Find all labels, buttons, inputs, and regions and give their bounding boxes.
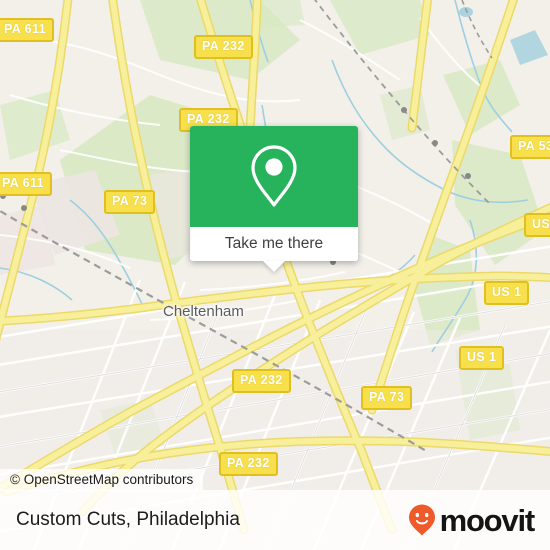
location-callout-card[interactable]: Take me there	[190, 126, 358, 272]
map-pin-icon	[251, 144, 297, 207]
place-label: Cheltenham	[163, 303, 244, 320]
map-canvas[interactable]: Cheltenham PA 611 PA 232 PA 232 PA 532 PA 61…	[0, 0, 550, 550]
moovit-map-screenshot: Cheltenham PA 611 PA 232 PA 232 PA 532 PA 61…	[0, 0, 550, 550]
road-shield: PA 73	[361, 386, 413, 410]
road-shield: PA 232	[219, 452, 278, 476]
road-shield: US 1	[524, 213, 550, 237]
road-shield: PA 232	[232, 369, 291, 393]
osm-attribution[interactable]: © OpenStreetMap contributors	[0, 469, 204, 491]
road-shield: PA 611	[0, 172, 53, 196]
road-shield: PA 232	[194, 35, 253, 59]
moovit-pin-smile-icon	[408, 504, 435, 536]
place-title: Custom Cuts, Philadelphia	[16, 509, 240, 530]
road-shield: PA 611	[0, 18, 55, 42]
callout-image-area	[190, 126, 358, 227]
take-me-there-button[interactable]: Take me there	[190, 227, 358, 272]
footer-bar: Custom Cuts, Philadelphia moovit	[0, 490, 550, 550]
callout-pointer-tail	[263, 261, 285, 272]
road-shield: PA 532	[510, 135, 550, 159]
take-me-there-label: Take me there	[224, 235, 324, 252]
road-shield: PA 73	[104, 190, 156, 214]
moovit-wordmark: moovit	[439, 502, 536, 538]
road-shield: US 1	[459, 346, 505, 370]
moovit-logo[interactable]: moovit	[407, 502, 536, 538]
road-shield: US 1	[484, 281, 530, 305]
